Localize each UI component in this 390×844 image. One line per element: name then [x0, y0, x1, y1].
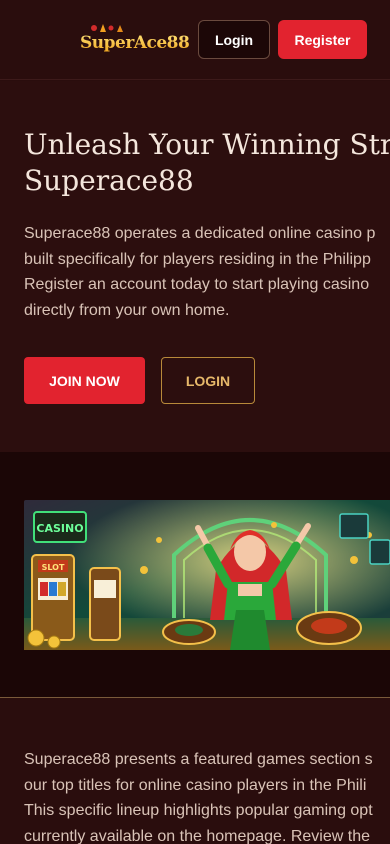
games-desc-line: This specific lineup highlights popular …: [24, 802, 373, 819]
join-now-button[interactable]: JOIN NOW: [24, 357, 145, 404]
hero-title-line-2: Superace88: [24, 164, 194, 197]
games-desc-line: our top titles for online casino players…: [24, 776, 367, 794]
casino-banner-illustration: CASINO SLOT: [24, 500, 390, 650]
header-register-button[interactable]: Register: [278, 20, 367, 59]
hero-title: Unleash Your Winning Streak Superace88: [24, 127, 390, 199]
superace88-logo[interactable]: SuperAce88: [78, 20, 190, 60]
hero-description: Superace88 operates a dedicated online c…: [24, 221, 390, 323]
games-desc-line: Superace88 presents a featured games sec…: [24, 751, 373, 768]
hero-desc-line: directly from your own home.: [24, 301, 230, 319]
hero-desc-line: Superace88 operates a dedicated online c…: [24, 225, 376, 242]
hero-desc-line: built specifically for players residing …: [24, 250, 371, 268]
games-desc-line: currently available on the homepage. Rev…: [24, 827, 370, 844]
hero-section: Unleash Your Winning Streak Superace88 S…: [0, 81, 390, 452]
header-login-button[interactable]: Login: [198, 20, 270, 59]
hero-desc-line: Register an account today to start playi…: [24, 276, 370, 293]
banner-section: CASINO SLOT: [0, 452, 390, 697]
featured-games-section: Superace88 presents a featured games sec…: [0, 698, 390, 844]
casino-promo-banner[interactable]: CASINO SLOT: [24, 500, 390, 650]
site-header: SuperAce88 Login Register: [0, 0, 390, 80]
slot-sign-text: SLOT: [42, 563, 65, 572]
games-description: Superace88 presents a featured games sec…: [24, 747, 390, 844]
casino-sign-text: CASINO: [36, 522, 83, 535]
logo-text: SuperAce88: [80, 33, 190, 53]
hero-title-line-1: Unleash Your Winning Streak: [24, 128, 390, 161]
hero-login-button[interactable]: LOGIN: [161, 357, 255, 404]
